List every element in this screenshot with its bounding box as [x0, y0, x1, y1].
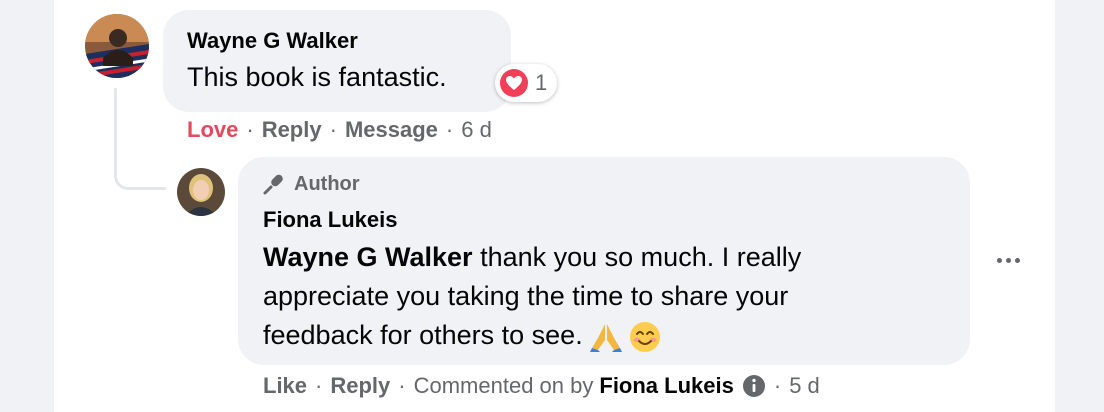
separator: ·: [773, 373, 782, 398]
commenter-name[interactable]: Fiona Lukeis: [599, 373, 733, 399]
like-button[interactable]: Like: [263, 373, 307, 399]
info-icon[interactable]: [742, 374, 766, 398]
reaction-count: 1: [535, 70, 548, 95]
commented-on-by-label: Commented on by: [413, 373, 594, 398]
thread-connector-line: [114, 88, 166, 190]
avatar-fiona-lukeis[interactable]: [177, 168, 225, 216]
more-options-icon[interactable]: [990, 248, 1026, 272]
heart-reaction-icon: [499, 68, 529, 98]
comment-author-name[interactable]: Wayne G Walker: [187, 28, 358, 54]
reply-author-name[interactable]: Fiona Lukeis: [263, 207, 397, 233]
message-button[interactable]: Message: [345, 117, 438, 143]
separator: ·: [398, 373, 406, 398]
reply-button[interactable]: Reply: [262, 117, 322, 143]
folded-hands-emoji: [589, 322, 623, 352]
reaction-summary[interactable]: 1: [495, 64, 558, 102]
separator: ·: [315, 373, 323, 398]
smiling-face-emoji: [629, 321, 661, 353]
love-button[interactable]: Love: [187, 117, 238, 143]
reply-timestamp[interactable]: 5 d: [789, 373, 820, 399]
separator: ·: [329, 117, 337, 142]
avatar-wayne-g-walker[interactable]: [85, 14, 149, 78]
separator: ·: [445, 117, 454, 142]
reply-text: Wayne G Walker thank you so much. I real…: [263, 238, 903, 355]
comment-text: This book is fantastic.: [187, 62, 447, 92]
author-badge: Author: [262, 172, 360, 196]
reply-actions: Like · Reply · Commented on by Fiona Luk…: [263, 373, 820, 399]
dot: [1014, 257, 1020, 263]
author-badge-label: Author: [294, 172, 360, 195]
dot: [996, 257, 1002, 263]
comment-actions: Love · Reply · Message · 6 d: [187, 117, 492, 143]
microphone-icon: [262, 172, 286, 196]
reply-button[interactable]: Reply: [330, 373, 390, 399]
separator: ·: [246, 117, 254, 142]
dot: [1005, 257, 1011, 263]
mention-link[interactable]: Wayne G Walker: [263, 242, 473, 272]
comment-timestamp[interactable]: 6 d: [461, 117, 492, 143]
